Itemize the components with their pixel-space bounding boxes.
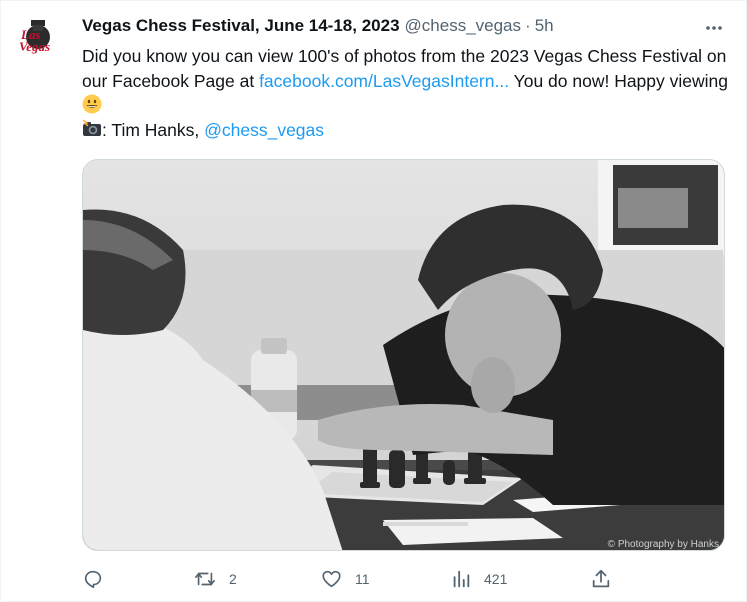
display-name[interactable]: Vegas Chess Festival, June 14-18, 2023 [82, 16, 400, 36]
views-icon [453, 570, 470, 588]
action-bar: 2 11 421 [82, 566, 622, 592]
credit-mention[interactable]: @chess_vegas [204, 120, 324, 140]
like-button[interactable]: 11 [320, 566, 370, 592]
vegas-chess-logo: Las Vegas [17, 15, 59, 57]
tweet-text: Did you know you can view 100's of photo… [82, 44, 732, 142]
avatar[interactable]: Las Vegas [17, 15, 59, 57]
heart-icon [322, 570, 341, 588]
photo-watermark: © Photography by Hanks [608, 539, 719, 550]
like-count: 11 [355, 571, 370, 587]
reply-icon [84, 570, 102, 589]
facebook-link[interactable]: facebook.com/LasVegasIntern... [259, 71, 509, 91]
tweet-header: Vegas Chess Festival, June 14-18, 2023 @… [82, 16, 554, 36]
grinning-face-emoji [82, 94, 102, 114]
retweet-count: 2 [229, 571, 237, 587]
camera-flash-emoji [82, 118, 101, 136]
share-icon [592, 569, 610, 588]
views-button[interactable]: 421 [450, 566, 507, 592]
separator-dot: · [525, 16, 531, 35]
chess-photo: © Photography by Hanks [83, 160, 724, 550]
user-handle[interactable]: @chess_vegas [405, 16, 522, 36]
photo-credit-label: : Tim Hanks, [102, 119, 205, 140]
more-button[interactable] [699, 13, 729, 43]
views-count: 421 [484, 571, 508, 587]
timestamp[interactable]: 5h [535, 16, 554, 36]
retweet-icon [195, 572, 215, 586]
share-button[interactable] [590, 566, 612, 592]
tweet-photo[interactable]: © Photography by Hanks [82, 159, 725, 551]
tweet[interactable]: Las Vegas Vegas Chess Festival, June 14-… [0, 0, 747, 602]
svg-text:Vegas: Vegas [19, 39, 50, 54]
more-icon [706, 26, 722, 30]
retweet-button[interactable]: 2 [193, 566, 237, 592]
reply-button[interactable] [82, 566, 116, 592]
tweet-text-part2: You do now! Happy viewing [509, 70, 728, 91]
